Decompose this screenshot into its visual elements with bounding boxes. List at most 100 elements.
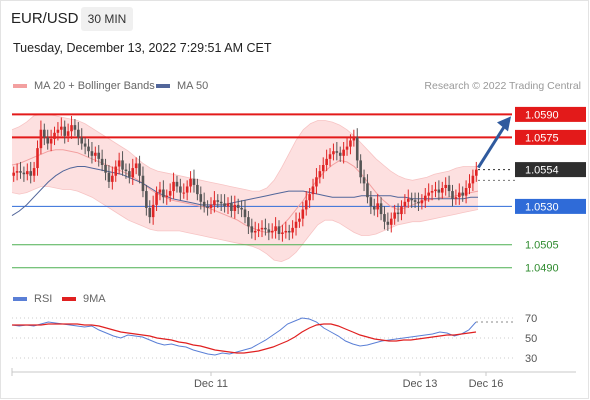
candle-body <box>141 175 145 192</box>
candle-body <box>311 186 315 195</box>
candle-body <box>267 229 271 233</box>
candle-body <box>376 203 379 210</box>
candle-body <box>104 165 107 173</box>
level-label-1.0554: 1.0554 <box>525 165 559 177</box>
candle-body <box>284 230 288 233</box>
candle-body <box>335 151 339 153</box>
candle-body <box>451 191 454 199</box>
candle-body <box>77 129 80 138</box>
candle-body <box>260 227 264 230</box>
candle-body <box>60 126 63 130</box>
candle-body <box>155 192 158 205</box>
candle-body <box>46 137 50 144</box>
candle-body <box>236 204 240 208</box>
candle-body <box>145 191 148 208</box>
candle-body <box>216 200 220 202</box>
candle-body <box>253 230 257 233</box>
candle-body <box>138 163 141 176</box>
candle-body <box>223 203 226 207</box>
level-label-1.0530: 1.0530 <box>525 201 559 213</box>
candle-body <box>233 204 237 211</box>
candle-body <box>192 178 196 185</box>
candle-body <box>97 152 101 159</box>
candle-body <box>437 189 441 193</box>
candle-body <box>298 218 301 222</box>
candle-body <box>359 160 362 178</box>
candle-body <box>250 226 254 233</box>
candle-body <box>29 171 33 176</box>
candle-body <box>366 183 369 198</box>
candle-body <box>80 137 84 144</box>
candle-body <box>338 152 342 156</box>
candle-body <box>345 146 349 150</box>
candle-body <box>274 226 277 231</box>
candle-body <box>294 221 298 228</box>
candle-body <box>461 192 464 196</box>
candle-body <box>304 200 308 210</box>
candle-body <box>39 129 43 149</box>
candle-body <box>199 194 203 202</box>
candle-body <box>12 172 16 176</box>
candle-body <box>447 184 451 192</box>
candle-body <box>175 181 179 187</box>
candle-body <box>281 232 284 234</box>
candle-body <box>410 198 413 201</box>
candle-body <box>332 151 335 155</box>
candle-body <box>454 197 458 199</box>
rsi-tick-50: 50 <box>525 333 537 345</box>
candle-body <box>386 221 390 225</box>
candle-body <box>189 178 192 187</box>
candle-body <box>53 132 56 139</box>
candle-body <box>56 129 60 133</box>
candle-body <box>36 148 39 169</box>
candle-body <box>457 192 461 198</box>
candle-body <box>90 151 94 156</box>
candle-body <box>19 171 22 173</box>
candle-body <box>226 203 230 207</box>
candle-body <box>111 175 114 182</box>
level-label-1.0590: 1.0590 <box>525 109 559 121</box>
rsi-line <box>11 317 477 356</box>
candle-body <box>420 200 424 204</box>
candle-body <box>168 191 172 196</box>
candle-body <box>434 189 437 192</box>
candle-body <box>315 177 318 187</box>
candle-body <box>117 160 121 167</box>
candle-body <box>148 207 152 218</box>
candle-body <box>196 184 199 195</box>
level-label-1.0505: 1.0505 <box>525 240 559 252</box>
candle-body <box>182 192 186 194</box>
candle-body <box>464 188 468 196</box>
candle-body <box>158 189 162 193</box>
candle-body <box>134 163 138 169</box>
candle-body <box>427 192 430 196</box>
candle-body <box>22 172 26 175</box>
candle-body <box>328 154 332 159</box>
candle-body <box>352 137 356 141</box>
candle-body <box>209 204 213 208</box>
candle-body <box>403 201 407 207</box>
rsi-tick-70: 70 <box>525 313 537 325</box>
candle-body <box>406 198 410 202</box>
candle-body <box>32 168 36 176</box>
candle-body <box>172 181 175 192</box>
candle-body <box>369 197 373 207</box>
candle-body <box>70 125 73 132</box>
candle-body <box>121 160 124 170</box>
candle-body <box>26 171 29 175</box>
candle-body <box>131 168 135 178</box>
candle-body <box>321 165 325 172</box>
candle-body <box>474 169 478 176</box>
candle-body <box>287 230 291 233</box>
rsi-tick-30: 30 <box>525 353 537 365</box>
candle-body <box>165 195 169 198</box>
candle-body <box>342 149 345 156</box>
candle-body <box>308 194 311 201</box>
candle-body <box>277 226 281 234</box>
candle-body <box>100 158 104 165</box>
candle-body <box>219 201 223 204</box>
candle-body <box>423 195 427 201</box>
candle-body <box>379 203 383 215</box>
candle-body <box>318 171 322 178</box>
candle-body <box>430 191 434 193</box>
